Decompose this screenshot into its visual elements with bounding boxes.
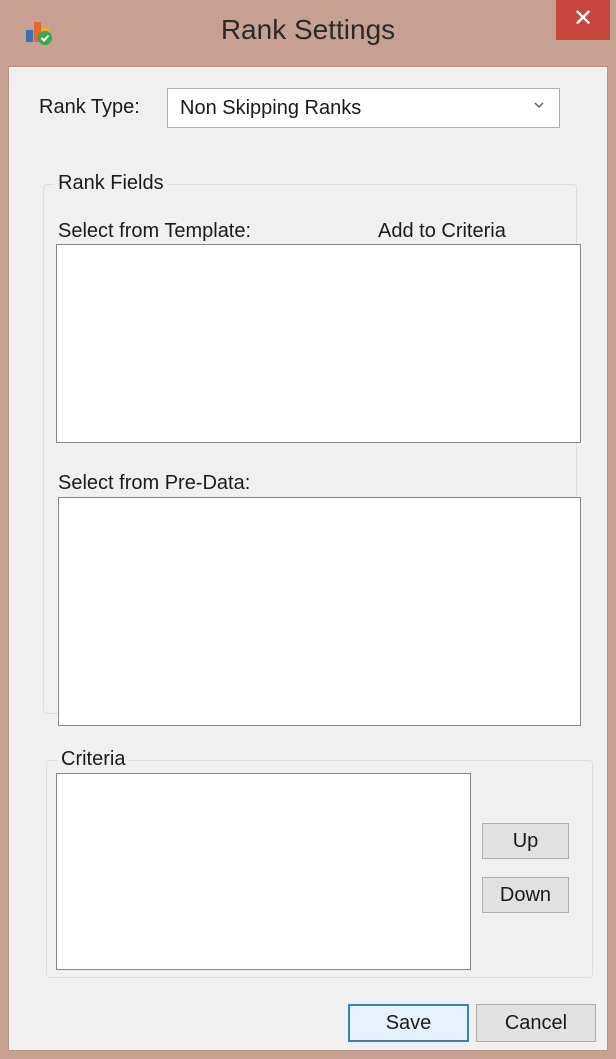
save-button[interactable]: Save (348, 1004, 469, 1042)
rank-fields-caption: Rank Fields (54, 172, 168, 195)
down-button[interactable]: Down (482, 877, 569, 913)
rank-type-dropdown[interactable]: Non Skipping Ranks (167, 88, 560, 128)
select-from-predata-label: Select from Pre-Data: (58, 472, 251, 494)
dialog-body: Rank Type: Non Skipping Ranks Rank Field… (8, 66, 608, 1051)
rank-type-label: Rank Type: (39, 96, 140, 118)
template-fields-list[interactable] (56, 244, 581, 443)
close-icon: ✕ (572, 5, 594, 32)
rank-settings-window: Rank Settings ✕ Rank Type: Non Skipping … (0, 0, 616, 1059)
rank-type-selected-value: Non Skipping Ranks (180, 97, 362, 119)
add-to-criteria-link[interactable]: Add to Criteria (378, 220, 506, 243)
criteria-caption: Criteria (57, 748, 130, 771)
predata-fields-list[interactable] (58, 497, 581, 726)
criteria-list[interactable] (56, 773, 471, 970)
chevron-down-icon (534, 102, 544, 109)
window-title: Rank Settings (220, 14, 396, 45)
title-bar[interactable]: Rank Settings ✕ (0, 0, 616, 72)
close-button[interactable]: ✕ (556, 0, 610, 40)
up-button[interactable]: Up (482, 823, 569, 859)
cancel-button[interactable]: Cancel (476, 1004, 596, 1042)
select-from-template-label: Select from Template: (58, 220, 252, 242)
